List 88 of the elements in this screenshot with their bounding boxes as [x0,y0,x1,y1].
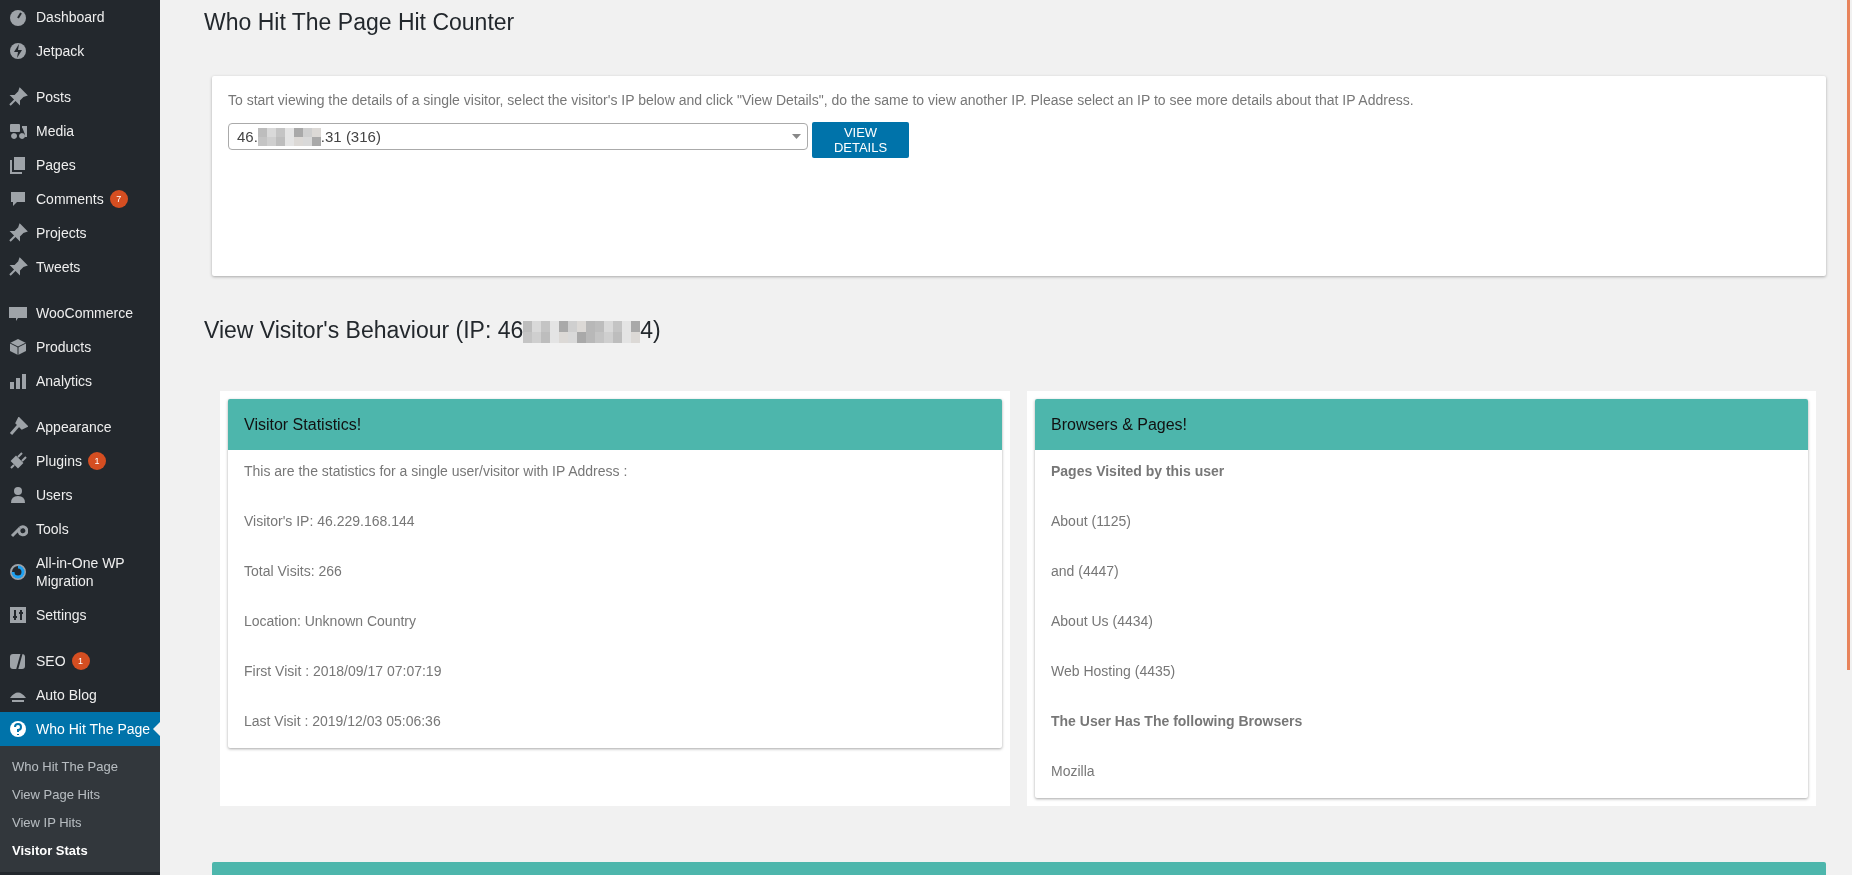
section-heading: The User Has The following Browsers [1051,712,1304,731]
menu-item[interactable]: Dashboard [0,0,160,34]
menu-item[interactable]: WooCommerce [0,296,160,330]
info-line: Location: Unknown Country [244,612,417,631]
count-badge: 7 [109,190,128,208]
menu-item[interactable]: Tools [0,512,160,546]
menu-item[interactable]: Jetpack [0,34,160,68]
pin-icon [8,87,28,107]
menu-item[interactable]: Products [0,330,160,364]
pin-icon [8,223,28,243]
section-title: View Visitor's Behaviour (IP: 46 [204,316,524,345]
menu-label: Appearance [36,418,112,437]
instructions-text: To start viewing the details of a single visitor, select the visitor's IP below and click "View Details", do the same to view another IP. Please select an IP to see more details about that IP Address. [228,92,1415,108]
card-header: Visitor Statistics! [228,399,1002,450]
person-icon [8,485,28,505]
menu-label: Tools [36,520,69,539]
menu-label: WooCommerce [36,304,133,323]
sliders-icon [8,605,28,625]
info-line: Visitor's IP: 46.229.168.144 [244,512,416,531]
info-line: Total Visits: 266 [244,562,343,581]
submenu-item[interactable]: Visitor Stats [0,837,160,865]
scrollbar-thumb[interactable] [1847,0,1850,670]
menu-label: SEO [36,652,66,671]
pixelated-redaction [257,128,321,146]
info-line: About Us (4434) [1051,612,1154,631]
bolt-icon [8,41,28,61]
menu-item[interactable]: Analytics [0,364,160,398]
info-line: Last Visit : 2019/12/03 05:06:36 [244,712,442,731]
menu-label: Users [36,486,73,505]
info-line: and (4447) [1051,562,1120,581]
question-globe-icon [8,719,28,739]
menu-label: Settings [36,606,87,625]
menu-item[interactable]: Comments 7 [0,182,160,216]
box-icon [8,337,28,357]
speech-bubble-icon [8,189,28,209]
menu-label: Auto Blog [36,686,97,705]
menu-label: Products [36,338,92,357]
page-title: Who Hit The Page Hit Counter [204,8,516,37]
info-line: Mozilla [1051,762,1096,781]
info-line: This are the statistics for a single user/visitor with IP Address : [244,462,629,481]
menu-item[interactable]: Media [0,114,160,148]
menu-item[interactable]: Auto Blog [0,678,160,712]
menu-label: Jetpack [36,42,85,61]
view-details-button[interactable]: VIEW DETAILS [812,122,909,158]
menu-item[interactable]: Users [0,478,160,512]
menu-label: Tweets [36,258,81,277]
menu-item[interactable]: All-in-One WP Migration [0,546,160,598]
menu-item[interactable]: Who Hit The Page [0,712,160,746]
plug-icon [8,451,28,471]
info-line: Web Hosting (4435) [1051,662,1177,681]
brush-icon [8,417,28,437]
menu-item[interactable]: Tweets [0,250,160,284]
menu-item[interactable]: Settings [0,598,160,632]
menu-item[interactable]: Posts [0,80,160,114]
submenu-item[interactable]: View Page Hits [0,781,160,809]
menu-item[interactable]: SEO 1 [0,644,160,678]
section-heading: Pages Visited by this user [1051,462,1226,481]
card-header: Browsers & Pages! [1035,399,1808,450]
menu-item[interactable]: Appearance [0,410,160,444]
count-badge: 1 [87,452,106,470]
menu-label: Media [36,122,75,141]
submenu-item[interactable]: View IP Hits [0,809,160,837]
menu-label: Analytics [36,372,93,391]
ip-select[interactable]: 46. .31 (316) [228,123,808,150]
menu-item[interactable]: Pages [0,148,160,182]
circular-arrow-icon [8,562,28,582]
menu-label: Projects [36,224,87,243]
documents-icon [8,155,28,175]
tile-icon [8,651,28,671]
camera-note-icon [8,121,28,141]
menu-label: Dashboard [36,8,105,27]
submenu-item[interactable]: Who Hit The Page [0,753,160,781]
pin-icon [8,257,28,277]
gauge-icon [8,7,28,27]
caret-icon [792,134,801,139]
info-line: About (1125) [1051,512,1132,531]
menu-label: Posts [36,88,71,107]
info-line: First Visit : 2018/09/17 07:07:19 [244,662,443,681]
menu-label: All-in-One WP Migration [36,554,126,591]
menu-label: Who Hit The Page [36,720,151,739]
menu-label: Pages [36,156,76,175]
section-title: 4) [640,316,661,345]
menu-label: Comments [36,190,104,209]
menu-item[interactable]: Plugins 1 [0,444,160,478]
menu-label: Plugins [36,452,82,471]
count-badge: 1 [71,652,90,670]
bar-chart-icon [8,371,28,391]
menu-item[interactable]: Projects [0,216,160,250]
